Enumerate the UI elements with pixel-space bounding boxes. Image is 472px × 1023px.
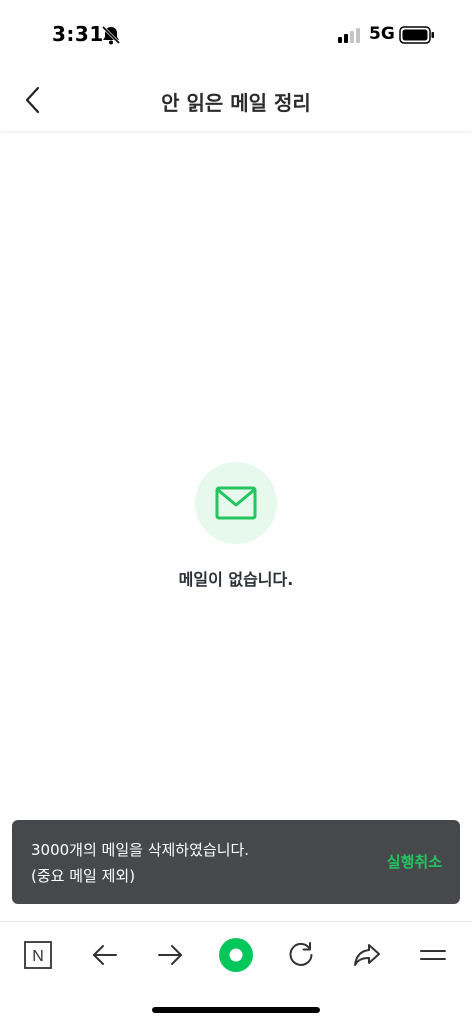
bottom-toolbar: N (0, 921, 472, 1023)
envelope-icon (215, 486, 257, 520)
back-nav-button[interactable] (85, 935, 125, 975)
menu-icon (420, 950, 446, 960)
toast: 3000개의 메일을 삭제하였습니다. (중요 메일 제외) 실행취소 (12, 820, 460, 904)
status-time: 3:31 (52, 22, 104, 46)
svg-text:N: N (32, 948, 44, 965)
naver-home-button[interactable]: N (18, 935, 58, 975)
naver-icon: N (24, 941, 52, 969)
green-dot-icon (219, 938, 253, 972)
mail-icon-circle (195, 462, 277, 544)
refresh-button[interactable] (281, 935, 321, 975)
status-bar: 3:31 5G (0, 0, 472, 70)
toast-submessage: (중요 메일 제외) (31, 867, 136, 885)
forward-arrow-icon (158, 945, 182, 965)
toast-message: 3000개의 메일을 삭제하였습니다. (31, 841, 250, 859)
home-indicator (152, 1007, 320, 1013)
empty-message: 메일이 없습니다. (178, 570, 294, 589)
share-icon (354, 944, 380, 966)
header: 안 읽은 메일 정리 (0, 70, 472, 132)
forward-nav-button[interactable] (150, 935, 190, 975)
refresh-icon (289, 942, 313, 966)
menu-button[interactable] (413, 935, 453, 975)
share-button[interactable] (347, 935, 387, 975)
undo-button[interactable]: 실행취소 (387, 851, 442, 872)
empty-state: 메일이 없습니다. (0, 462, 472, 590)
green-dot-button[interactable] (216, 935, 256, 975)
back-arrow-icon (93, 945, 117, 965)
network-label: 5G (369, 24, 395, 44)
page-title: 안 읽은 메일 정리 (161, 91, 311, 115)
bell-slash-icon (101, 25, 121, 45)
battery-icon (399, 26, 434, 44)
signal-icon (338, 28, 360, 43)
